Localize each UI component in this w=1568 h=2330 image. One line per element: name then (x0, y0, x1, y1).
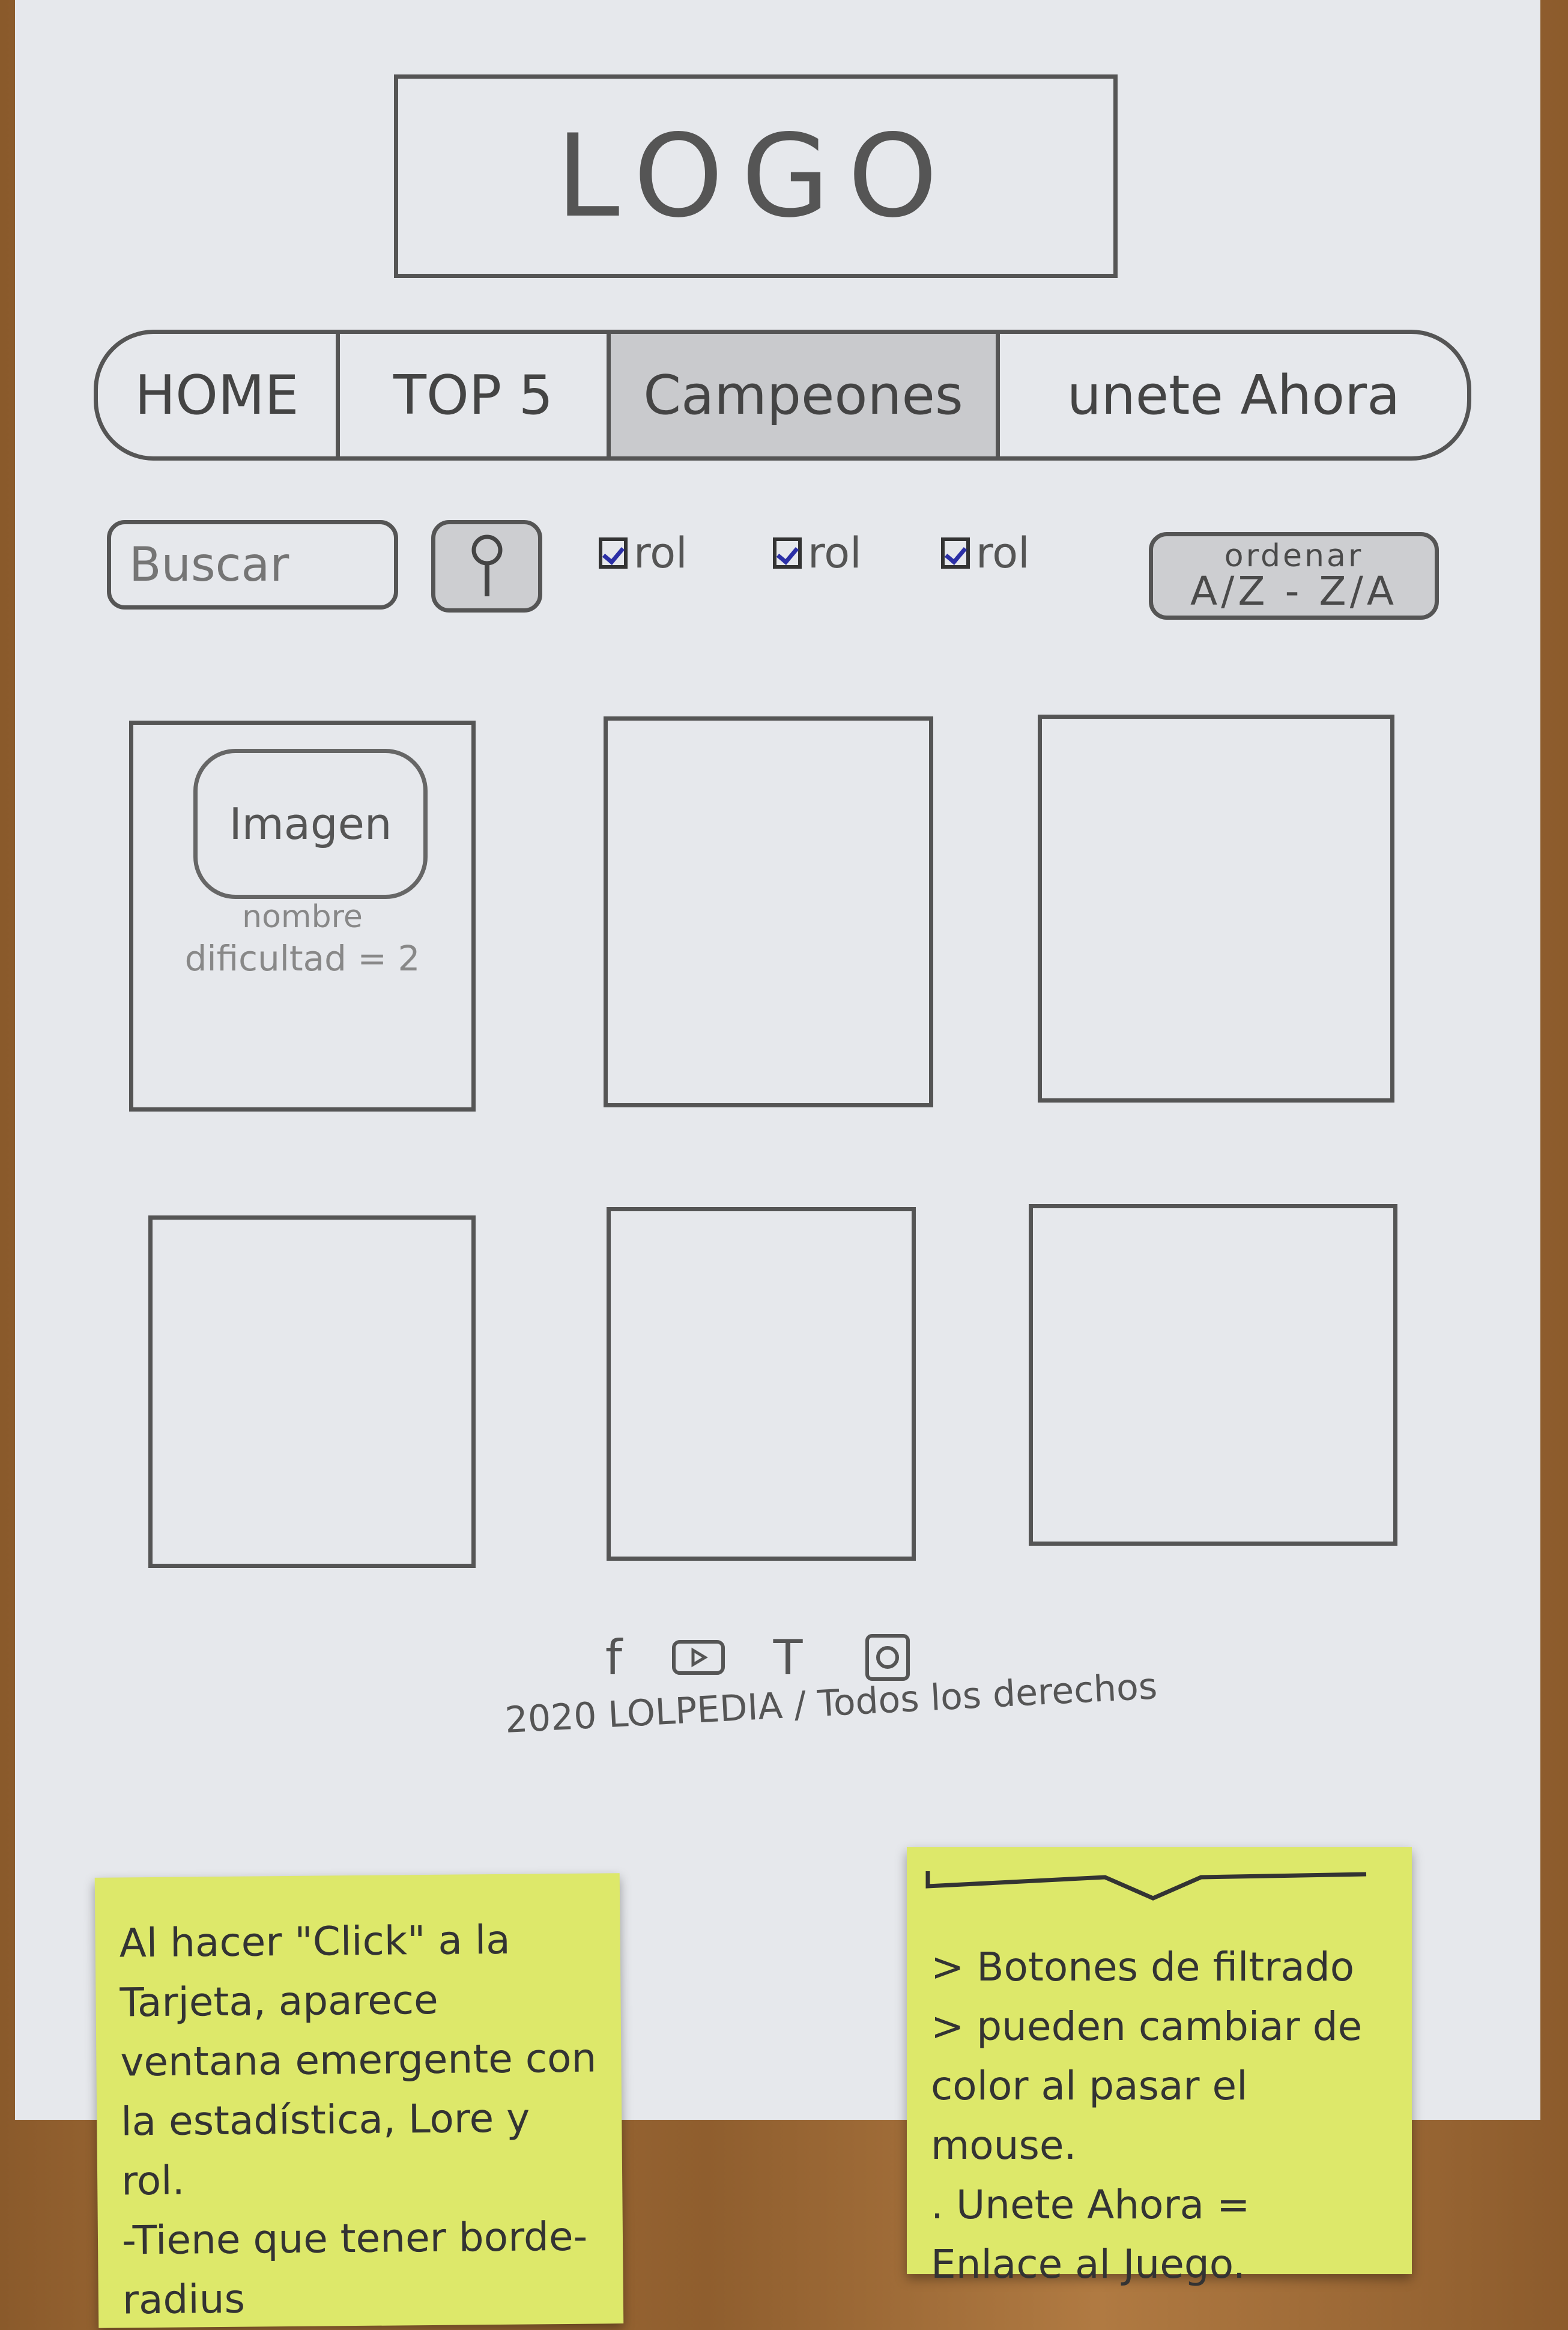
champion-card[interactable] (607, 1207, 916, 1561)
checkbox-checked-icon[interactable] (773, 537, 802, 569)
order-label: ordenar (1224, 538, 1364, 574)
sticky-note-right: > Botones de filtrado > pueden cambiar d… (907, 1847, 1412, 2287)
nav-top5[interactable]: TOP 5 (340, 334, 611, 456)
filter-label: rol (976, 528, 1030, 578)
checkbox-checked-icon[interactable] (941, 537, 970, 569)
champion-card[interactable] (1038, 715, 1394, 1103)
twitter-icon[interactable]: T (761, 1630, 815, 1686)
card-name: nombre (242, 899, 363, 935)
filter-rol-3[interactable]: rol (941, 528, 1030, 578)
instagram-icon[interactable] (861, 1633, 915, 1681)
logo: LOGO (394, 74, 1118, 278)
main-nav: HOME TOP 5 Campeones unete Ahora (94, 330, 1471, 461)
facebook-icon[interactable]: f (587, 1630, 641, 1686)
filter-label: rol (634, 528, 688, 578)
card-difficulty: dificultad = 2 (184, 938, 420, 979)
order-value: A/Z - Z/A (1190, 568, 1397, 614)
nav-home[interactable]: HOME (98, 334, 340, 456)
card-image-placeholder: Imagen (193, 749, 428, 899)
brace-icon (925, 1871, 1367, 1901)
sticky-note-left: Al hacer "Click" a la Tarjeta, aparece v… (94, 1873, 624, 2328)
search-input[interactable] (107, 520, 398, 610)
filter-label: rol (808, 528, 862, 578)
magnifier-icon (471, 534, 502, 596)
order-button[interactable]: ordenar A/Z - Z/A (1149, 532, 1439, 620)
image-label: Imagen (229, 799, 392, 849)
champion-card[interactable] (1029, 1204, 1397, 1546)
champion-card[interactable] (604, 716, 933, 1107)
search-button[interactable] (431, 520, 542, 613)
champion-card[interactable]: Imagen nombre dificultad = 2 (129, 721, 476, 1112)
note-text: Al hacer "Click" a la Tarjeta, aparece v… (119, 1916, 597, 2204)
logo-text: LOGO (555, 110, 956, 243)
note-text: -Tiene que tener borde-radius (121, 2213, 588, 2323)
nav-campeones[interactable]: Campeones (611, 334, 1000, 456)
champion-card[interactable] (148, 1215, 476, 1568)
filter-rol-2[interactable]: rol (773, 528, 862, 578)
checkbox-checked-icon[interactable] (599, 537, 628, 569)
youtube-icon[interactable] (671, 1633, 725, 1681)
note-text: > Botones de filtrado (931, 1944, 1355, 1990)
note-text: . Unete Ahora = Enlace al Juego. (931, 2182, 1250, 2287)
nav-unete-ahora[interactable]: unete Ahora (1000, 334, 1467, 456)
filter-rol-1[interactable]: rol (599, 528, 688, 578)
note-text: > pueden cambiar de color al pasar el mo… (931, 2003, 1363, 2168)
